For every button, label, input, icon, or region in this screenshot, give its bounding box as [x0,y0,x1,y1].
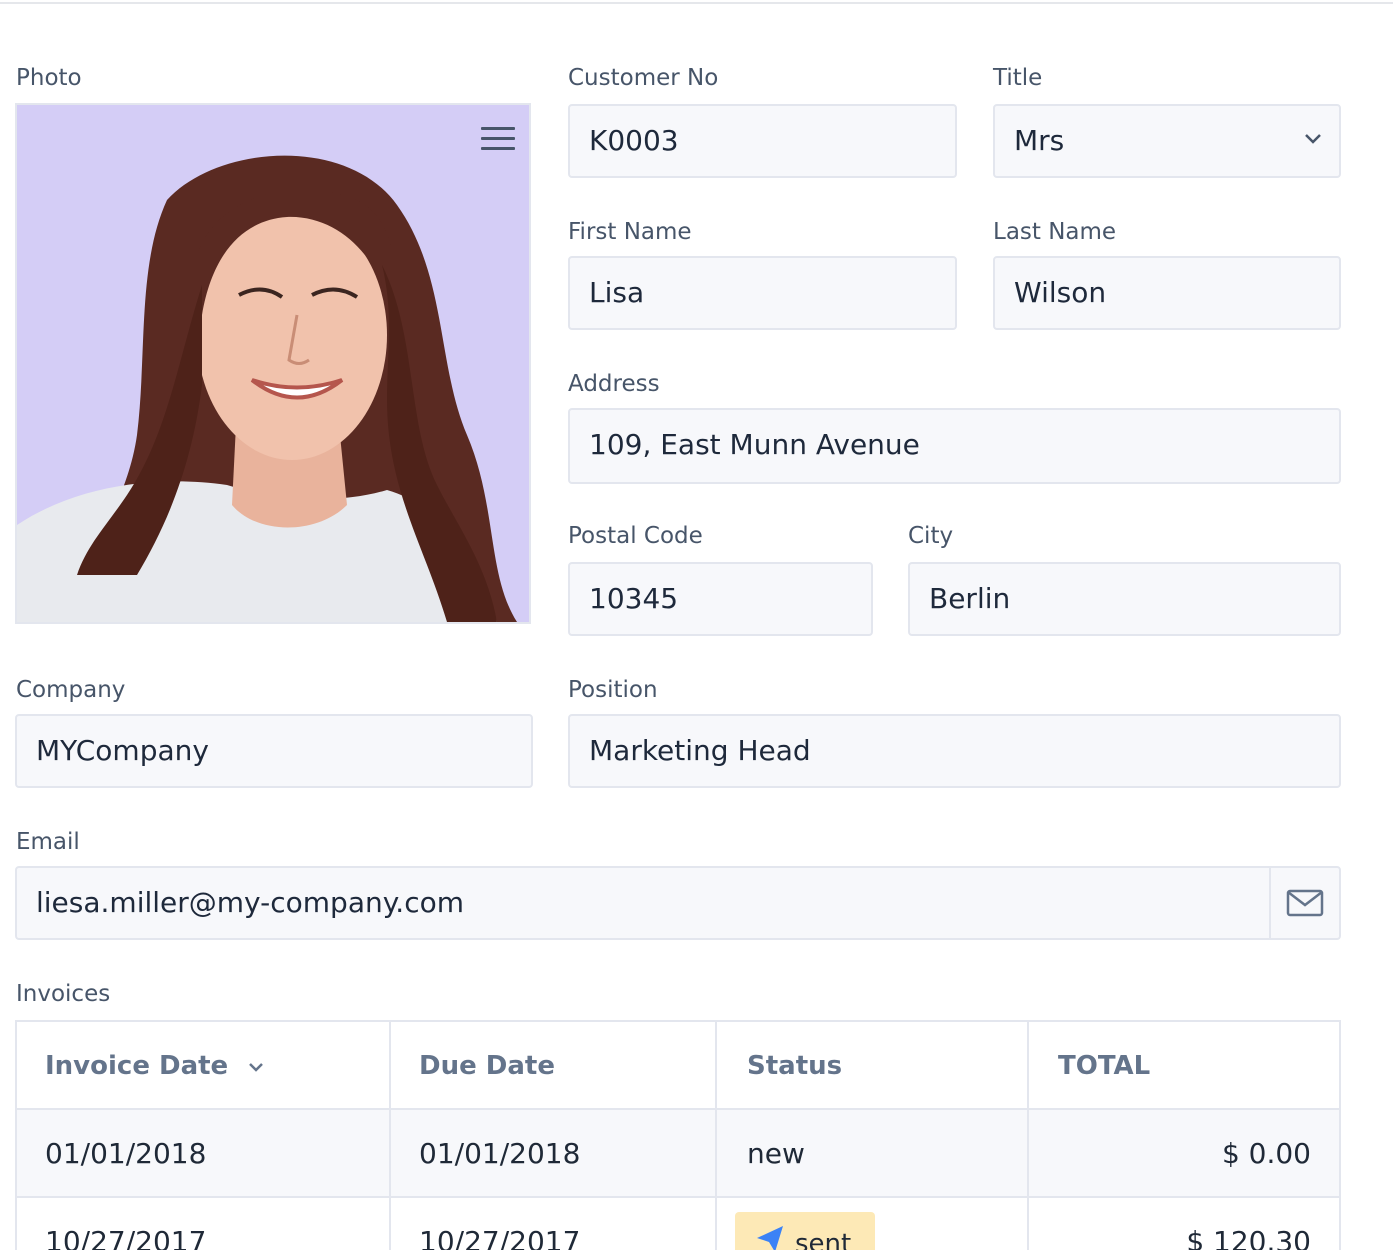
due-date-cell: 01/01/2018 [419,1137,581,1170]
table-row[interactable]: 01/01/2018 01/01/2018 new $ 0.00 [17,1110,1339,1198]
email-value: liesa.miller@my-company.com [36,886,464,919]
column-divider [1027,1022,1029,1250]
first-name-field[interactable]: Lisa [568,256,957,330]
company-field[interactable]: MYCompany [15,714,533,788]
invoices-table: Invoice Date Due Date Status TOTAL 01/01… [15,1020,1341,1250]
last-name-label: Last Name [993,219,1117,245]
postal-code-field[interactable]: 10345 [568,562,873,636]
invoice-date-cell: 10/27/2017 [45,1225,207,1250]
status-badge-label: sent [795,1229,852,1250]
invoice-date-cell: 01/01/2018 [45,1137,207,1170]
city-label: City [908,523,954,549]
position-field[interactable]: Marketing Head [568,714,1341,788]
table-row[interactable]: 10/27/2017 10/27/2017 sent $ 120.30 [17,1198,1339,1250]
photo-label: Photo [16,65,82,91]
column-divider [389,1022,391,1250]
column-divider [715,1022,717,1250]
sort-chevron-down-icon [249,1062,264,1072]
postal-code-label: Postal Code [568,523,703,549]
email-field[interactable]: liesa.miller@my-company.com [15,866,1341,940]
status-badge: sent [735,1212,875,1250]
send-email-button[interactable] [1269,868,1339,938]
customer-no-label: Customer No [568,65,719,91]
title-label: Title [993,65,1043,91]
column-header-invoice-date[interactable]: Invoice Date [45,1022,265,1108]
invoice-date-header-label: Invoice Date [45,1051,229,1081]
first-name-label: First Name [568,219,692,245]
title-select[interactable]: Mrs [993,104,1341,178]
paper-plane-icon [757,1226,783,1250]
envelope-icon [1286,889,1324,917]
city-field[interactable]: Berlin [908,562,1341,636]
address-field[interactable]: 109, East Munn Avenue [568,408,1341,484]
photo-menu-button[interactable] [481,127,515,153]
last-name-field[interactable]: Wilson [993,256,1341,330]
title-select-value: Mrs [1014,124,1065,157]
top-divider [0,2,1393,4]
invoices-label: Invoices [16,981,111,1007]
customer-no-field[interactable]: K0003 [568,104,957,178]
company-label: Company [16,677,126,703]
due-date-cell: 10/27/2017 [419,1225,581,1250]
address-label: Address [568,371,660,397]
column-header-total[interactable]: TOTAL [1058,1022,1150,1108]
position-label: Position [568,677,658,703]
chevron-down-icon [1305,134,1321,144]
email-label: Email [16,829,80,855]
column-header-due-date[interactable]: Due Date [419,1022,555,1108]
status-cell: new [747,1137,805,1170]
portrait-image [17,155,517,622]
customer-photo[interactable] [15,103,531,624]
total-cell: $ 120.30 [1186,1225,1311,1250]
column-header-status[interactable]: Status [747,1022,842,1108]
table-header-row: Invoice Date Due Date Status TOTAL [17,1022,1339,1110]
total-cell: $ 0.00 [1221,1137,1311,1170]
